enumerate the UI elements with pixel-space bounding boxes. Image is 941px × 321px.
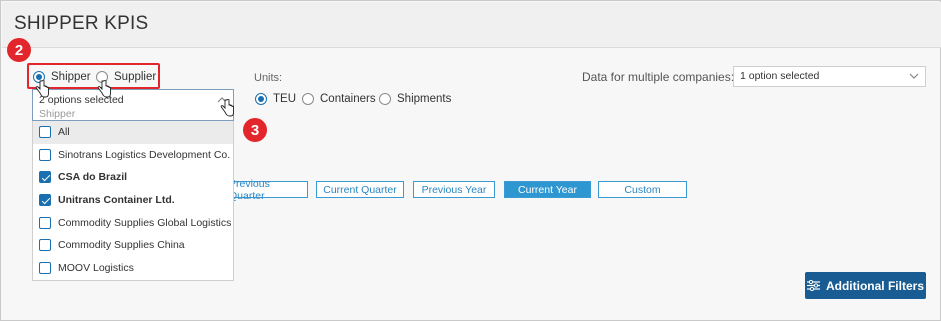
radio-selected-icon [255,93,267,105]
step-badge-2: 2 [7,38,31,62]
filter-sliders-icon [806,280,820,291]
option-label: Commodity Supplies Global Logistics (Sh [58,216,234,229]
supplier-radio-label: Supplier [114,71,157,83]
shipper-option[interactable]: Commodity Supplies Global Logistics (Sh [33,211,233,234]
shipper-select[interactable]: 2 options selected Shipper [32,89,234,121]
checkbox-icon[interactable] [39,261,51,274]
hand-cursor-icon [220,99,234,117]
checkbox-checked-icon[interactable] [39,171,51,184]
checkbox-icon[interactable] [39,148,51,161]
shipments-radio-label: Shipments [397,93,452,105]
teu-radio-label: TEU [273,93,296,105]
teu-radio[interactable]: TEU [255,93,296,105]
multi-company-select[interactable]: 1 option selected [733,66,926,87]
option-label: CSA do Brazil [58,171,128,184]
shipper-options-list: All Sinotrans Logistics Development Co. … [32,121,234,281]
shipper-radio-label: Shipper [51,71,91,83]
checkbox-icon[interactable] [39,239,51,252]
multi-company-value: 1 option selected [740,70,820,82]
chevron-down-icon [909,73,919,79]
page-header: SHIPPER KPIS [2,2,941,48]
step-badge-3: 3 [243,118,267,142]
shipper-option-all[interactable]: All [33,121,233,144]
option-label: MOOV Logistics [58,261,134,274]
current-quarter-button[interactable]: Current Quarter [316,181,404,198]
shipper-search-input[interactable]: Shipper [39,108,75,120]
page-title: SHIPPER KPIS [14,13,149,34]
current-year-button[interactable]: Current Year [504,181,591,198]
option-label: All [58,126,70,139]
hand-cursor-icon [35,80,49,98]
shipper-option[interactable]: CSA do Brazil [33,166,233,189]
additional-filters-button[interactable]: Additional Filters [805,272,926,299]
option-label: Sinotrans Logistics Development Co. Ltd. [58,148,234,161]
checkbox-icon[interactable] [39,126,51,139]
multi-company-label: Data for multiple companies: [582,70,735,84]
shipper-option[interactable]: MOOV Logistics [33,257,233,280]
shipper-option[interactable]: Sinotrans Logistics Development Co. Ltd. [33,144,233,167]
units-label: Units: [254,72,283,84]
shipments-radio[interactable]: Shipments [379,93,451,105]
option-label: Commodity Supplies China [58,239,185,252]
containers-radio[interactable]: Containers [302,93,376,105]
checkbox-checked-icon[interactable] [39,194,51,207]
shipper-option[interactable]: Unitrans Container Ltd. [33,189,233,212]
previous-year-button[interactable]: Previous Year [413,181,495,198]
containers-radio-label: Containers [320,93,376,105]
radio-unselected-icon [302,93,314,105]
custom-period-button[interactable]: Custom [598,181,687,198]
checkbox-icon[interactable] [39,216,51,229]
option-label: Unitrans Container Ltd. [58,194,175,207]
hand-cursor-icon [97,80,111,98]
additional-filters-label: Additional Filters [825,278,924,293]
radio-unselected-icon [379,93,391,105]
shipper-option[interactable]: Commodity Supplies China [33,234,233,257]
